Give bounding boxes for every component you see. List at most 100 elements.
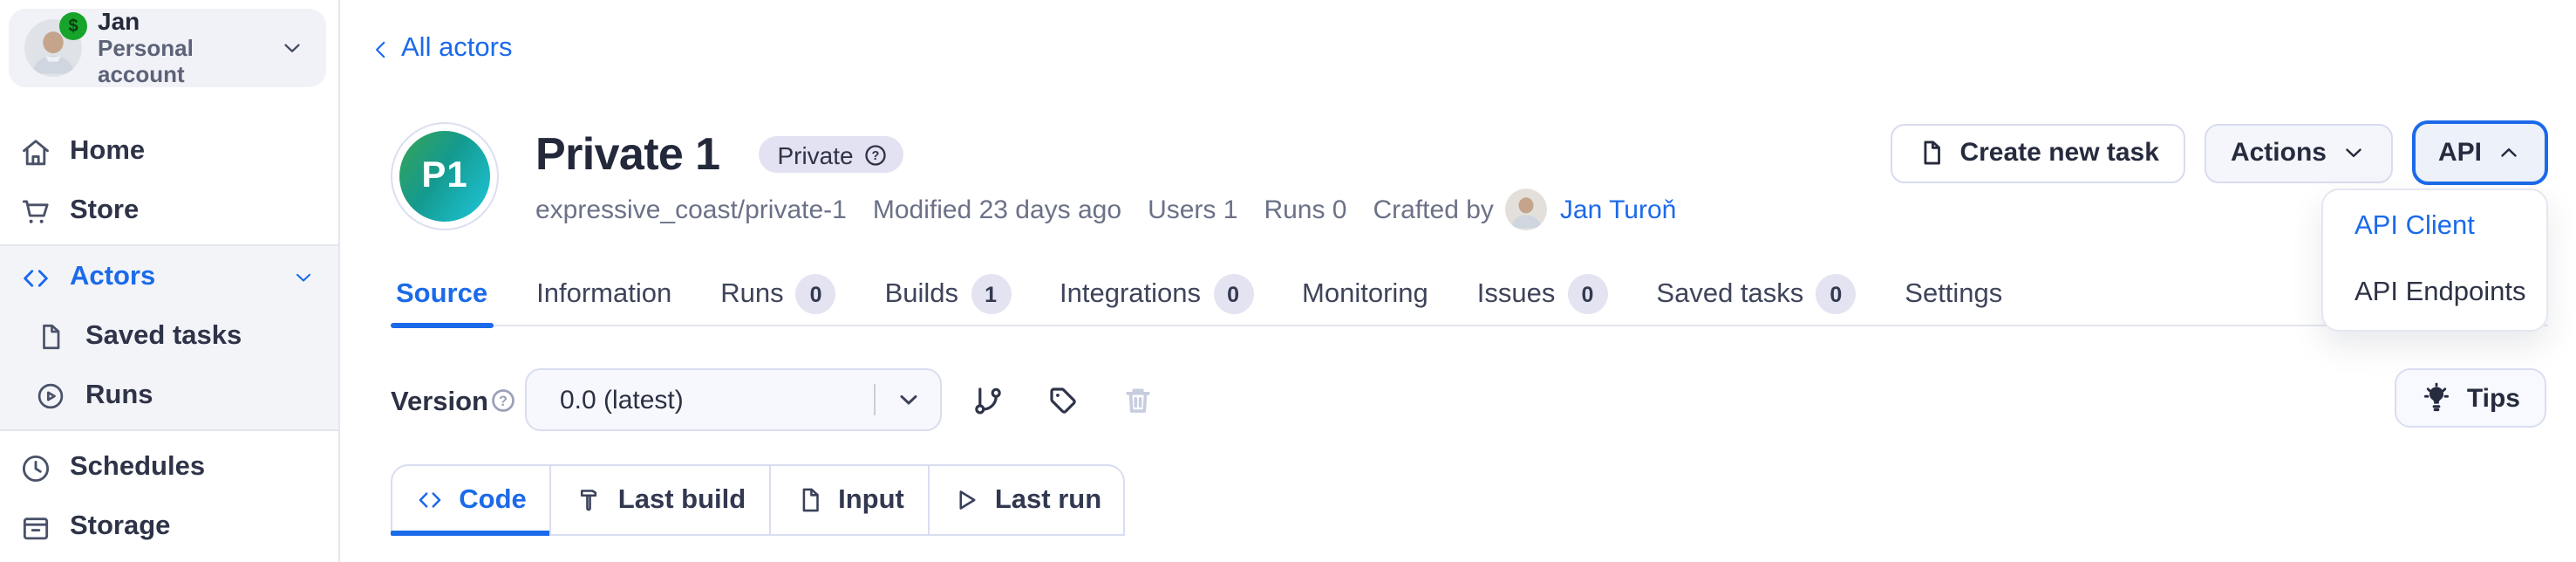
chevron-up-icon bbox=[2496, 140, 2522, 166]
file-icon bbox=[1916, 138, 1946, 168]
version-select[interactable]: 0.0 (latest) bbox=[525, 368, 942, 431]
clock-icon bbox=[16, 451, 54, 484]
subtab-last-build[interactable]: Last build bbox=[549, 464, 771, 536]
tab-label: Settings bbox=[1905, 278, 2002, 310]
hammer-icon bbox=[575, 485, 604, 515]
tag-icon[interactable] bbox=[1045, 382, 1080, 417]
tab-label: Integrations bbox=[1060, 278, 1201, 310]
user-avatar: $ bbox=[24, 19, 82, 77]
author-link[interactable]: Jan Turoň bbox=[1560, 195, 1676, 224]
tab-information[interactable]: Information bbox=[531, 264, 677, 325]
api-label: API bbox=[2438, 138, 2482, 168]
sidebar-item-schedules[interactable]: Schedules bbox=[0, 438, 338, 497]
subtab-label: Input bbox=[838, 484, 904, 516]
actors-nav-group: Actors Saved tasks Runs bbox=[0, 244, 338, 431]
trash-icon bbox=[1120, 382, 1155, 417]
chevron-down-icon bbox=[2341, 140, 2367, 166]
subtab-last-run[interactable]: Last run bbox=[928, 464, 1125, 536]
paid-plan-badge: $ bbox=[59, 12, 87, 40]
question-circle-icon: ? bbox=[864, 142, 889, 167]
actor-meta-row: expressive_coast/private-1 Modified 23 d… bbox=[535, 188, 1676, 230]
visibility-badge: Private ? bbox=[758, 136, 903, 173]
header-buttons: Create new task Actions API bbox=[1890, 120, 2548, 185]
tab-label: Issues bbox=[1477, 278, 1556, 310]
crafted-by-label: Crafted by bbox=[1373, 195, 1494, 224]
tab-count-badge: 0 bbox=[1567, 274, 1607, 314]
api-dropdown-menu: API Client API Endpoints bbox=[2321, 188, 2548, 332]
back-to-all-actors-link[interactable]: All actors bbox=[370, 33, 513, 65]
tab-settings[interactable]: Settings bbox=[1899, 264, 2007, 325]
users-count: Users 1 bbox=[1148, 195, 1237, 224]
chevron-down-icon bbox=[291, 265, 316, 290]
subtab-label: Code bbox=[459, 484, 527, 516]
tab-integrations[interactable]: Integrations 0 bbox=[1054, 264, 1258, 325]
sidebar-nav: Home Store Actors bbox=[0, 122, 338, 557]
git-branch-icon[interactable] bbox=[970, 382, 1005, 417]
sidebar-item-label: Runs bbox=[85, 380, 153, 412]
sidebar-item-storage[interactable]: Storage bbox=[0, 497, 338, 557]
store-cart-icon bbox=[16, 195, 54, 228]
tab-label: Runs bbox=[720, 278, 783, 310]
back-link-label: All actors bbox=[401, 33, 513, 65]
tab-count-badge: 0 bbox=[1816, 274, 1856, 314]
svg-text:?: ? bbox=[499, 394, 508, 409]
menu-item-api-endpoints[interactable]: API Endpoints bbox=[2323, 260, 2546, 326]
chevron-down-icon bbox=[279, 35, 305, 61]
chevron-down-icon bbox=[895, 386, 923, 414]
apify-console-page: $ Jan Personal account Home Store bbox=[0, 0, 2576, 562]
sidebar-item-actors[interactable]: Actors bbox=[0, 248, 338, 307]
actions-button[interactable]: Actions bbox=[2205, 123, 2393, 182]
api-button[interactable]: API bbox=[2412, 120, 2548, 185]
sidebar-item-label: Store bbox=[70, 195, 139, 227]
runs-count: Runs 0 bbox=[1264, 195, 1346, 224]
sidebar-item-label: Storage bbox=[70, 511, 170, 543]
select-divider bbox=[874, 384, 876, 415]
sidebar-item-runs[interactable]: Runs bbox=[0, 367, 338, 426]
account-texts: Jan Personal account bbox=[98, 7, 279, 89]
play-circle-icon bbox=[31, 380, 70, 412]
tab-label: Source bbox=[396, 278, 487, 310]
tab-monitoring[interactable]: Monitoring bbox=[1297, 264, 1434, 325]
sidebar-item-saved-tasks[interactable]: Saved tasks bbox=[0, 307, 338, 367]
author-avatar bbox=[1506, 188, 1548, 230]
code-icon bbox=[415, 485, 445, 515]
page-title: Private 1 bbox=[535, 127, 719, 182]
source-subtabs: Code Last build Input Last run bbox=[391, 464, 1125, 536]
subtab-code[interactable]: Code bbox=[391, 464, 551, 536]
tab-builds[interactable]: Builds 1 bbox=[880, 264, 1016, 325]
subtab-label: Last run bbox=[995, 484, 1101, 516]
modified-date: Modified 23 days ago bbox=[873, 195, 1121, 224]
question-circle-icon[interactable]: ? bbox=[490, 387, 516, 414]
tab-count-badge: 1 bbox=[971, 274, 1011, 314]
main-content: All actors P1 Private 1 Private ? expres… bbox=[340, 0, 2576, 562]
tab-issues[interactable]: Issues 0 bbox=[1472, 264, 1613, 325]
tips-button[interactable]: Tips bbox=[2395, 368, 2546, 428]
version-label: Version bbox=[391, 387, 488, 419]
title-row: Private 1 Private ? bbox=[535, 127, 904, 182]
version-selected-value: 0.0 (latest) bbox=[560, 385, 684, 415]
tab-saved-tasks[interactable]: Saved tasks 0 bbox=[1651, 264, 1861, 325]
actions-label: Actions bbox=[2231, 138, 2327, 168]
home-icon bbox=[16, 135, 54, 168]
tab-runs[interactable]: Runs 0 bbox=[715, 264, 841, 325]
subtab-label: Last build bbox=[618, 484, 746, 516]
code-icon bbox=[16, 261, 54, 294]
create-new-task-button[interactable]: Create new task bbox=[1890, 123, 2184, 182]
back-chevron-icon bbox=[370, 38, 392, 60]
account-switcher[interactable]: $ Jan Personal account bbox=[9, 9, 326, 87]
actor-avatar: P1 bbox=[391, 122, 499, 230]
tab-count-badge: 0 bbox=[796, 274, 836, 314]
sidebar-item-label: Home bbox=[70, 136, 145, 168]
account-name: Jan bbox=[98, 7, 279, 35]
actor-avatar-initials: P1 bbox=[399, 131, 490, 222]
file-icon bbox=[794, 485, 824, 515]
tab-label: Builds bbox=[885, 278, 958, 310]
sidebar-item-home[interactable]: Home bbox=[0, 122, 338, 182]
sidebar-item-store[interactable]: Store bbox=[0, 182, 338, 241]
menu-item-api-client[interactable]: API Client bbox=[2323, 194, 2546, 260]
tips-label: Tips bbox=[2467, 383, 2520, 413]
subtab-input[interactable]: Input bbox=[769, 464, 930, 536]
play-icon bbox=[951, 485, 981, 515]
file-icon bbox=[31, 321, 70, 353]
tab-source[interactable]: Source bbox=[391, 264, 493, 325]
